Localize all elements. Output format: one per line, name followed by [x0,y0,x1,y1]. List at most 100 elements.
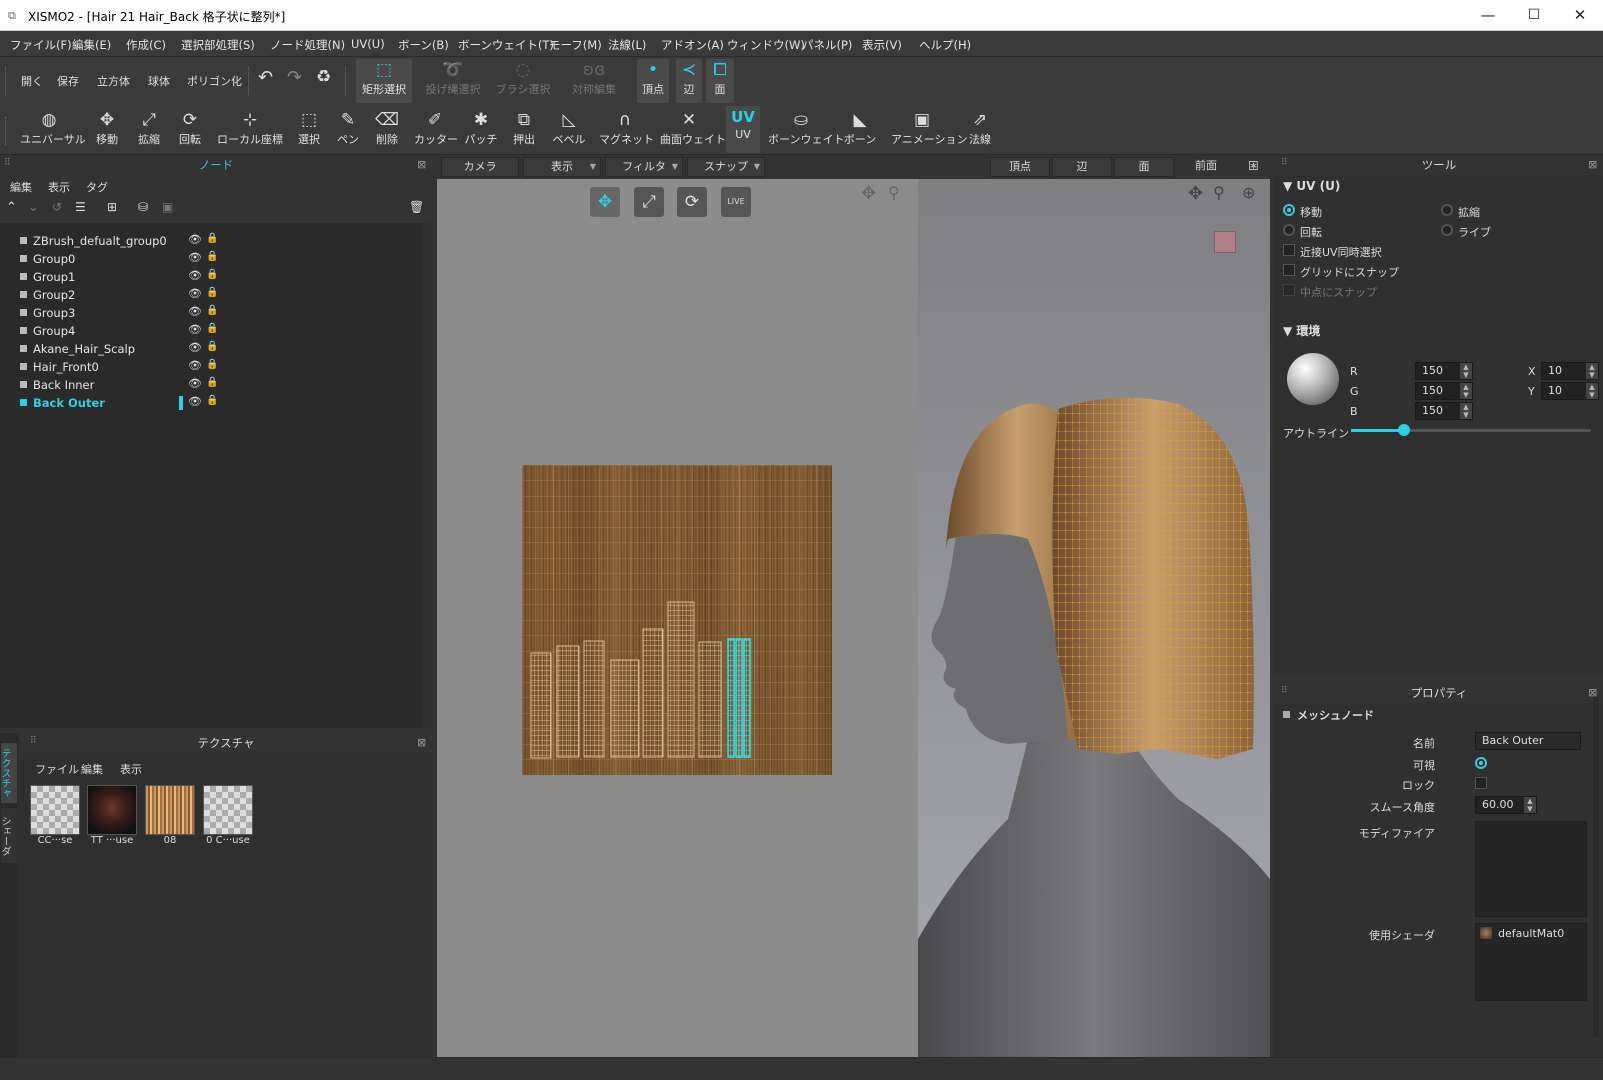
spin-arrows-icon[interactable]: ▲ ▼ [1586,383,1598,399]
menu-normal[interactable]: 法線(L) [608,37,646,53]
camera-dropdown[interactable]: カメラ [441,157,519,177]
smooth-angle-field[interactable]: 60.00 ▲ ▼ [1475,796,1537,814]
face-view-button[interactable]: 面 [1114,157,1174,177]
texture-thumb[interactable]: CC···se [30,785,80,851]
node-menu-tag[interactable]: タグ [86,179,108,195]
pan-icon[interactable]: ✥ [861,183,876,204]
tab-shader[interactable]: シェーダ [0,808,17,863]
texture-menu-edit[interactable]: 編集 [81,761,103,777]
node-item[interactable]: Akane_Hair_Scalp 👁 🔒 [0,340,420,358]
menu-help[interactable]: ヘルプ(H) [919,37,971,53]
wireframe-icon[interactable]: ⧆ [1248,155,1259,175]
3d-viewport[interactable]: ✥ ⚲ ⊕ [918,179,1270,1057]
save-button[interactable]: 保存 [57,73,79,89]
tool-normal[interactable]: ⇗ 法線 [963,109,997,147]
tool-delete[interactable]: ⌫ 削除 [370,109,404,147]
property-scrollbar[interactable] [1593,697,1599,1037]
menu-morph[interactable]: モーフ(M) [549,37,602,53]
brush-select-button[interactable]: ◌ ブラシ選択 [494,59,552,103]
tool-cutter[interactable]: ✐ カッター [414,109,458,147]
uv-live-button[interactable]: LIVE [721,187,751,217]
filter-dropdown[interactable]: フィルタ ▼ [605,157,683,177]
lock-icon[interactable]: 🔒 [206,287,218,298]
panel-grip-icon[interactable]: ⠿ [1281,686,1288,696]
undo-node-icon[interactable]: ↺ [52,200,62,214]
panel-grip-icon[interactable]: ⠿ [4,158,11,168]
uv-viewport[interactable]: ✥ ⤢ ⟳ LIVE ✥ ⚲ [437,179,918,1057]
eye-icon[interactable]: 👁 [188,305,202,318]
tool-animation[interactable]: ▣ アニメーション [891,109,968,147]
env-section-header[interactable]: ▼ 環境 [1283,322,1320,339]
node-item[interactable]: Group4 👁 🔒 [0,322,420,340]
group-icon[interactable]: ⛁ [138,200,148,214]
tool-universal[interactable]: ◍ ユニバーサル [20,109,86,147]
eye-icon[interactable]: 👁 [188,287,202,300]
near-uv-checkbox[interactable] [1283,244,1295,256]
eye-icon[interactable]: 👁 [188,341,202,354]
eye-icon[interactable]: 👁 [188,251,202,264]
cube-button[interactable]: 立方体 [97,73,130,89]
front-view-button[interactable]: 前面 [1176,157,1236,177]
eye-icon[interactable]: 👁 [188,323,202,336]
tool-surface-weight[interactable]: ✕ 曲面ウェイト [660,109,726,147]
panel-close-icon[interactable]: ⊠ [1588,158,1597,171]
tool-select[interactable]: ⬚ 選択 [292,109,326,147]
move-up-icon[interactable]: ⌃ [6,200,17,215]
spin-arrows-icon[interactable]: ▲ ▼ [1586,363,1598,379]
vertex-view-button[interactable]: 頂点 [990,157,1050,177]
recycle-icon[interactable]: ♻ [316,67,331,87]
snap-dropdown[interactable]: スナップ ▼ [687,157,765,177]
lasso-select-button[interactable]: ➰ 投げ縄選択 [423,59,483,103]
vertex-mode-button[interactable]: • 頂点 [637,59,669,103]
zoom-icon[interactable]: ⚲ [888,183,900,202]
tab-texture[interactable]: テクスチャ [0,743,17,803]
node-menu-edit[interactable]: 編集 [10,179,32,195]
node-item[interactable]: Group0 👁 🔒 [0,250,420,268]
menu-uv[interactable]: UV(U) [351,37,385,51]
shader-list[interactable]: defaultMat0 [1475,923,1587,1001]
tool-scale[interactable]: ⤢ 拡縮 [132,109,166,147]
lock-icon[interactable]: 🔒 [206,341,218,352]
menu-bone[interactable]: ボーン(B) [398,37,449,53]
spin-arrows-icon[interactable]: ▲ ▼ [1460,363,1472,379]
tool-bone-weight[interactable]: ⛀ ボーンウェイト [768,109,844,147]
eye-icon[interactable]: 👁 [188,359,202,372]
menu-create[interactable]: 作成(C) [126,37,166,53]
lock-icon[interactable]: 🔒 [206,323,218,334]
panel-close-icon[interactable]: ⊠ [417,736,426,749]
texture-thumb[interactable]: 08 [145,785,195,851]
lock-checkbox[interactable] [1475,777,1487,789]
edge-view-button[interactable]: 辺 [1052,157,1112,177]
display-dropdown[interactable]: 表示 ▼ [523,157,601,177]
menu-panel[interactable]: パネル(P) [802,37,852,53]
name-field[interactable]: Back Outer [1475,732,1581,750]
menu-boneweight[interactable]: ボーンウェイト(T) [458,37,554,53]
eye-icon[interactable]: 👁 [188,377,202,390]
node-item[interactable]: Group3 👁 🔒 [0,304,420,322]
menu-addon[interactable]: アドオン(A) [661,37,724,53]
eye-icon[interactable]: 👁 [188,233,202,246]
face-mode-button[interactable]: ⧠ 面 [706,59,734,103]
lock-icon[interactable]: 🔒 [206,305,218,316]
grid-icon[interactable]: ⊞ [107,200,117,214]
undo-icon[interactable]: ↶ [258,67,273,88]
trash-icon[interactable]: 🗑 [409,200,424,214]
live-radio[interactable] [1441,224,1453,236]
tool-pen[interactable]: ✎ ペン [333,109,363,147]
uv-move-button[interactable]: ✥ [590,187,620,217]
uv-rotate-button[interactable]: ⟳ [677,187,707,217]
material-preview-sphere[interactable] [1287,353,1339,405]
g-field[interactable]: 150 ▲ ▼ [1415,382,1473,400]
node-item[interactable]: Group2 👁 🔒 [0,286,420,304]
panel-grip-icon[interactable]: ⠿ [30,736,37,746]
shader-name[interactable]: defaultMat0 [1498,927,1564,940]
move-down-icon[interactable]: ⌄ [28,200,39,215]
menu-window[interactable]: ウィンドウ(W) [727,37,805,53]
list-icon[interactable]: ☰ [75,200,86,214]
b-field[interactable]: 150 ▲ ▼ [1415,402,1473,420]
eye-icon[interactable]: 👁 [188,395,202,408]
node-item[interactable]: Hair_Front0 👁 🔒 [0,358,420,376]
lock-icon[interactable]: 🔒 [206,269,218,280]
mid-snap-checkbox[interactable] [1283,284,1295,296]
rotate-radio[interactable] [1283,224,1295,236]
